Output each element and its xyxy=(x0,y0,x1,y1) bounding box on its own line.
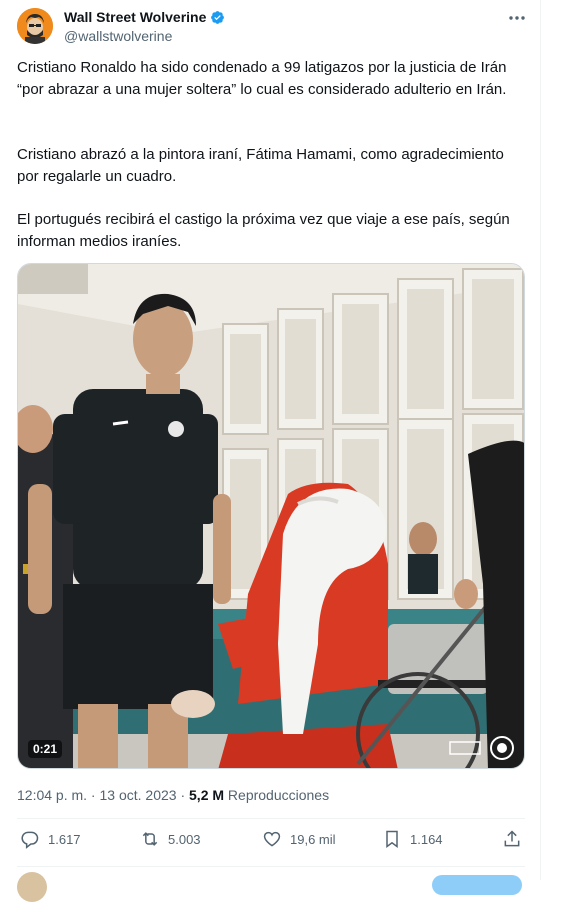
more-icon[interactable] xyxy=(506,8,528,28)
reply-icon xyxy=(21,831,39,849)
like-icon xyxy=(263,831,281,847)
reply-button[interactable]: 1.617 xyxy=(20,829,81,849)
share-icon xyxy=(504,830,520,847)
repost-button[interactable]: 5.003 xyxy=(140,829,201,849)
tweet-date[interactable]: 13 oct. 2023 xyxy=(100,787,177,803)
bookmark-icon xyxy=(386,830,398,848)
tweet-time[interactable]: 12:04 p. m. xyxy=(17,787,87,803)
like-count: 19,6 mil xyxy=(290,831,336,847)
views-label: Reproducciones xyxy=(227,787,330,803)
divider xyxy=(17,818,525,819)
timeline-border xyxy=(540,0,541,880)
tweet-paragraph: El portugués recibirá el castigo la próx… xyxy=(17,211,510,250)
author-name[interactable]: Wall Street Wolverine xyxy=(64,9,206,25)
repost-count: 5.003 xyxy=(168,831,201,847)
video-duration: 0:21 xyxy=(28,740,63,758)
author-name-row[interactable]: Wall Street Wolverine xyxy=(64,9,225,25)
tweet-metadata: 12:04 p. m. · 13 oct. 2023 · 5,2 M Repro… xyxy=(17,787,330,803)
share-button[interactable] xyxy=(502,829,522,849)
views-count: 5,2 M xyxy=(189,787,225,803)
avatar[interactable] xyxy=(17,8,53,44)
verified-icon xyxy=(211,10,225,24)
avatar-image xyxy=(17,8,53,44)
like-button[interactable]: 19,6 mil xyxy=(262,829,336,849)
tweet-paragraph: Cristiano Ronaldo ha sido condenado a 99… xyxy=(17,59,507,98)
repost-icon xyxy=(142,832,158,846)
reply-submit-button[interactable] xyxy=(432,875,522,895)
bookmark-button[interactable]: 1.164 xyxy=(382,829,443,849)
reply-avatar xyxy=(17,872,47,902)
divider xyxy=(17,866,525,867)
reply-count: 1.617 xyxy=(48,831,81,847)
video-frame xyxy=(18,264,524,768)
tweet-paragraph: Cristiano abrazó a la pintora iraní, Fát… xyxy=(17,146,504,185)
author-handle[interactable]: @wallstwolverine xyxy=(64,28,172,44)
video-player[interactable]: 0:21 xyxy=(17,263,525,769)
bookmark-count: 1.164 xyxy=(410,831,443,847)
